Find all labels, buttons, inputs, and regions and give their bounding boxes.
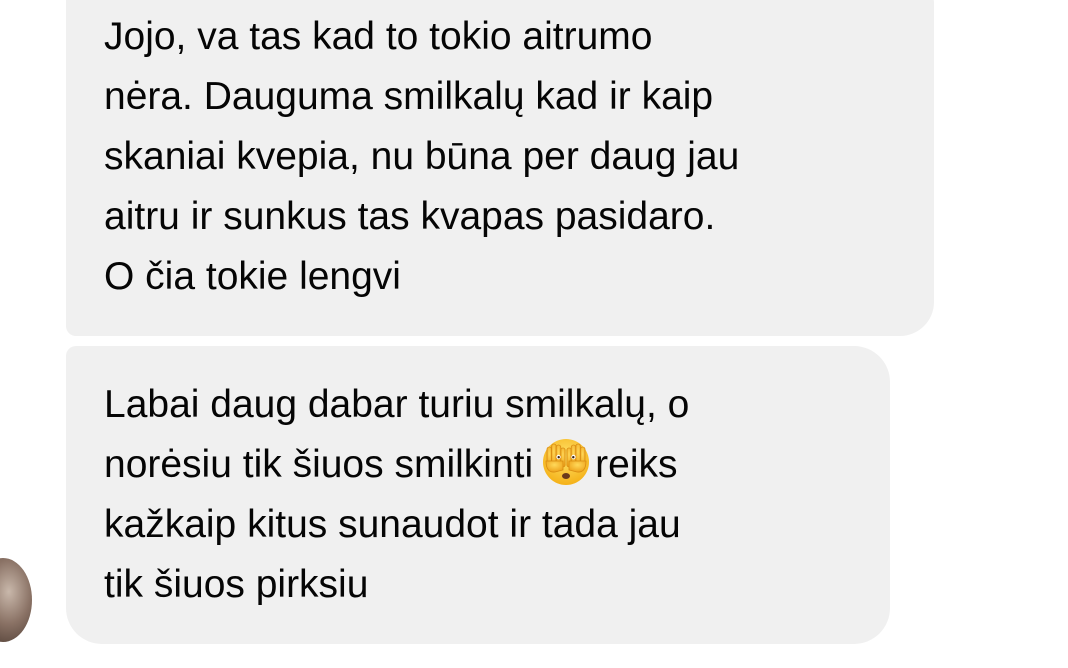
message-line: O čia tokie lengvi [104,255,401,298]
avatar[interactable] [0,558,32,642]
message-line: kažkaip kitus sunaudot ir tada jau [104,503,681,546]
message-line: Jojo, va tas kad to tokio aitrumo [104,15,653,58]
message-line: aitru ir sunkus tas kvapas pasidaro. [104,195,716,238]
face-with-hand-over-eyes-icon [541,437,591,487]
message-bubble[interactable]: Jojo, va tas kad to tokio aitrumo nėra. … [66,0,934,336]
message-line: nėra. Dauguma smilkalų kad ir kaip [104,75,714,118]
chat-thread: Jojo, va tas kad to tokio aitrumo nėra. … [0,0,1068,668]
message-text: reiks [595,443,678,486]
message-text: norėsiu tik šiuos smilkinti [104,443,534,486]
message-line: norėsiu tik šiuos smilkinti reiks [104,435,870,495]
message-line: skaniai kvepia, nu būna per daug jau [104,135,740,178]
message-bubble[interactable]: Labai daug dabar turiu smilkalų, o norės… [66,346,890,644]
message-line: tik šiuos pirksiu [104,563,369,606]
message-line: Labai daug dabar turiu smilkalų, o [104,383,690,426]
